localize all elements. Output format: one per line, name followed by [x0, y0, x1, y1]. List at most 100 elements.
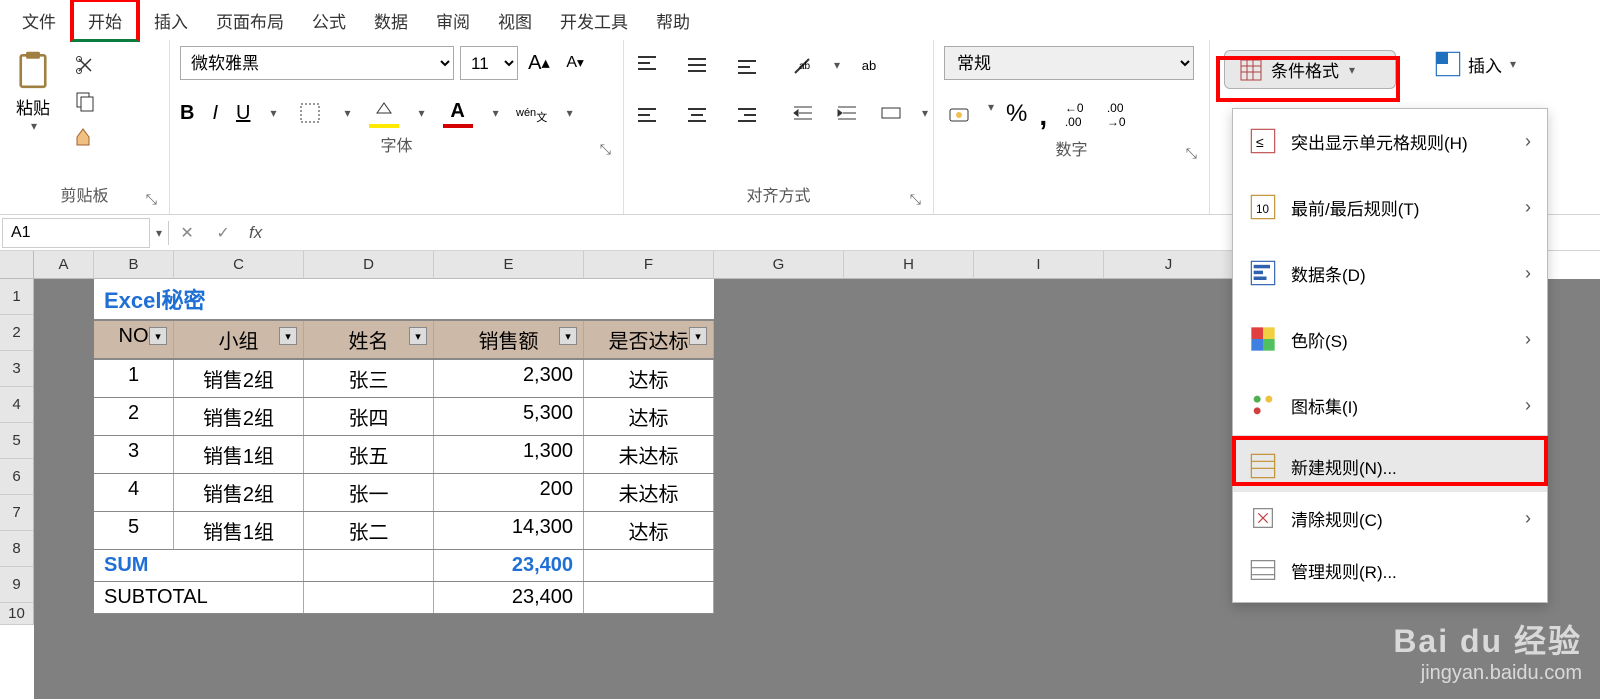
align-left-icon[interactable]	[632, 100, 662, 130]
filter-icon[interactable]: ▾	[279, 327, 297, 345]
table-row: 2销售2组张四5,300达标	[94, 398, 714, 436]
font-color-button[interactable]: A	[443, 98, 473, 128]
col-header[interactable]: H	[844, 251, 974, 279]
align-right-icon[interactable]	[732, 100, 762, 130]
row-header[interactable]: 7	[0, 495, 34, 531]
select-all-corner[interactable]	[0, 251, 34, 279]
filter-icon[interactable]: ▾	[409, 327, 427, 345]
align-bottom-icon[interactable]	[732, 50, 762, 80]
font-name-select[interactable]: 微软雅黑	[180, 46, 454, 80]
cf-color-scales[interactable]: 色阶(S)›	[1233, 313, 1547, 365]
align-middle-icon[interactable]	[682, 50, 712, 80]
col-header[interactable]: J	[1104, 251, 1234, 279]
row-headers: 12345678910	[0, 279, 34, 699]
cf-manage-rules[interactable]: 管理规则(R)...	[1233, 544, 1547, 596]
svg-text:ab: ab	[799, 61, 811, 72]
name-box[interactable]	[2, 218, 150, 248]
table-row: 1销售2组张三2,300达标	[94, 360, 714, 398]
cf-top-rules[interactable]: 10最前/最后规则(T)›	[1233, 181, 1547, 233]
number-launcher[interactable]: ⤡	[1186, 145, 1197, 162]
copy-icon[interactable]	[70, 86, 100, 116]
row-header[interactable]: 6	[0, 459, 34, 495]
col-header[interactable]: A	[34, 251, 94, 279]
increase-indent-icon[interactable]	[832, 98, 862, 128]
fill-color-button[interactable]	[369, 98, 399, 128]
clipboard-launcher[interactable]: ⤡	[146, 191, 157, 208]
conditional-format-menu: ≤突出显示单元格规则(H)› 10最前/最后规则(T)› 数据条(D)› 色阶(…	[1232, 108, 1548, 603]
menu-help[interactable]: 帮助	[642, 2, 704, 39]
align-top-icon[interactable]	[632, 50, 662, 80]
row-header[interactable]: 3	[0, 351, 34, 387]
insert-cells-button[interactable]: 插入 ▾	[1424, 46, 1596, 82]
conditional-formatting-button[interactable]: 条件格式 ▾	[1224, 50, 1396, 89]
merge-button[interactable]	[876, 98, 906, 128]
font-launcher[interactable]: ⤡	[600, 141, 611, 158]
number-label: 数字	[1055, 142, 1087, 159]
format-painter-icon[interactable]	[70, 122, 100, 152]
font-label: 字体	[380, 138, 412, 155]
bold-button[interactable]: B	[180, 102, 194, 125]
col-header[interactable]: B	[94, 251, 174, 279]
filter-icon[interactable]: ▾	[559, 327, 577, 345]
currency-button[interactable]	[944, 100, 974, 130]
decrease-font-icon[interactable]: A▾	[560, 48, 590, 78]
col-header[interactable]: G	[714, 251, 844, 279]
cf-icon-sets[interactable]: 图标集(I)›	[1233, 379, 1547, 431]
underline-button[interactable]: U	[236, 102, 250, 125]
increase-font-icon[interactable]: A▴	[524, 48, 554, 78]
row-header[interactable]: 5	[0, 423, 34, 459]
alignment-label: 对齐方式	[746, 188, 810, 205]
col-header[interactable]: I	[974, 251, 1104, 279]
cf-new-rule[interactable]: 新建规则(N)...	[1233, 440, 1547, 492]
data-table: Excel秘密 NO▾ 小组▾ 姓名▾ 销售额▾ 是否达标▾ 1销售2组张三2,…	[94, 279, 714, 614]
orientation-button[interactable]: ab	[788, 50, 818, 80]
col-header[interactable]: E	[434, 251, 584, 279]
menu-file[interactable]: 文件	[8, 2, 70, 39]
wrap-text-button[interactable]: ab	[854, 50, 884, 80]
menu-home[interactable]: 开始	[70, 0, 140, 42]
font-size-select[interactable]: 11	[460, 46, 518, 80]
row-header[interactable]: 10	[0, 603, 34, 625]
filter-icon[interactable]: ▾	[689, 327, 707, 345]
decrease-indent-icon[interactable]	[788, 98, 818, 128]
enter-formula-icon[interactable]: ✓	[205, 223, 241, 243]
paste-button[interactable]: 粘贴 ▾	[4, 46, 62, 137]
row-header[interactable]: 8	[0, 531, 34, 567]
col-header[interactable]: D	[304, 251, 434, 279]
row-header[interactable]: 2	[0, 315, 34, 351]
column-headers: ABCDEFGHIJK	[34, 251, 1296, 279]
phonetic-button[interactable]: wén文	[517, 98, 547, 128]
decrease-decimal-icon[interactable]: .00→0	[1101, 100, 1131, 130]
row-header[interactable]: 9	[0, 567, 34, 603]
border-button[interactable]	[295, 98, 325, 128]
menu-view[interactable]: 视图	[484, 2, 546, 39]
row-header[interactable]: 1	[0, 279, 34, 315]
row-header[interactable]: 4	[0, 387, 34, 423]
percent-button[interactable]: %	[1006, 100, 1027, 132]
svg-text:≤: ≤	[1256, 134, 1264, 150]
cancel-formula-icon[interactable]: ✕	[169, 223, 205, 243]
col-header[interactable]: C	[174, 251, 304, 279]
col-header[interactable]: F	[584, 251, 714, 279]
italic-button[interactable]: I	[212, 102, 218, 125]
cf-highlight-rules[interactable]: ≤突出显示单元格规则(H)›	[1233, 115, 1547, 167]
table-title: Excel秘密	[94, 279, 714, 321]
menu-data[interactable]: 数据	[360, 2, 422, 39]
table-row: 4销售2组张一200未达标	[94, 474, 714, 512]
align-center-icon[interactable]	[682, 100, 712, 130]
comma-button[interactable]: ,	[1039, 100, 1047, 132]
cf-data-bars[interactable]: 数据条(D)›	[1233, 247, 1547, 299]
cut-icon[interactable]	[70, 50, 100, 80]
filter-icon[interactable]: ▾	[149, 327, 167, 345]
align-launcher[interactable]: ⤡	[910, 191, 921, 208]
menu-dev[interactable]: 开发工具	[546, 2, 642, 39]
menu-insert[interactable]: 插入	[140, 2, 202, 39]
fx-icon[interactable]: fx	[241, 223, 270, 243]
menu-review[interactable]: 审阅	[422, 2, 484, 39]
cf-clear-rules[interactable]: 清除规则(C)›	[1233, 492, 1547, 544]
table-row: 5销售1组张二14,300达标	[94, 512, 714, 550]
number-format-select[interactable]: 常规	[944, 46, 1194, 80]
menu-layout[interactable]: 页面布局	[202, 2, 298, 39]
menu-formulas[interactable]: 公式	[298, 2, 360, 39]
increase-decimal-icon[interactable]: ←0.00	[1059, 100, 1089, 130]
